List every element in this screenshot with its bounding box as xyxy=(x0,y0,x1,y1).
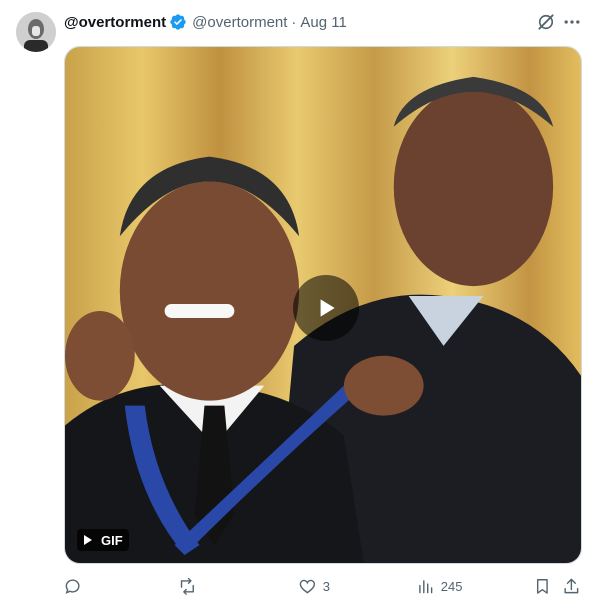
play-icon xyxy=(320,299,335,317)
share-icon xyxy=(564,578,579,593)
share-button[interactable] xyxy=(562,574,581,598)
tweet-header: @overtorment @overtorment · Aug 11 xyxy=(64,12,347,32)
avatar-image xyxy=(16,12,56,52)
gif-label: GIF xyxy=(101,532,123,548)
reply-button[interactable] xyxy=(64,574,89,598)
retweet-icon xyxy=(180,577,194,595)
tweet-media[interactable]: GIF xyxy=(64,46,582,564)
reply-icon xyxy=(65,579,80,594)
more-icon[interactable] xyxy=(562,12,582,32)
tweet: @overtorment @overtorment · Aug 11 GIF 3… xyxy=(0,0,598,608)
tweet-date[interactable]: Aug 11 xyxy=(300,14,346,31)
separator-dot: · xyxy=(291,13,297,31)
grok-icon[interactable] xyxy=(536,12,556,32)
verified-badge-icon xyxy=(170,14,186,30)
like-count: 3 xyxy=(322,578,330,594)
display-name[interactable]: @overtorment xyxy=(64,14,166,31)
gif-badge: GIF xyxy=(77,529,129,551)
bookmark-icon xyxy=(536,578,548,594)
handle[interactable]: @overtorment xyxy=(192,14,287,31)
retweet-button[interactable] xyxy=(178,574,203,598)
analytics-icon xyxy=(419,579,433,593)
views-button[interactable]: 245 xyxy=(416,574,462,598)
avatar[interactable] xyxy=(16,12,56,52)
like-button[interactable]: 3 xyxy=(298,574,330,598)
tweet-actions: 3 245 xyxy=(64,574,588,598)
heart-icon xyxy=(299,579,316,594)
play-button[interactable] xyxy=(293,275,359,341)
bookmark-button[interactable] xyxy=(533,574,552,598)
view-count: 245 xyxy=(440,578,463,594)
play-small-icon xyxy=(84,535,92,545)
